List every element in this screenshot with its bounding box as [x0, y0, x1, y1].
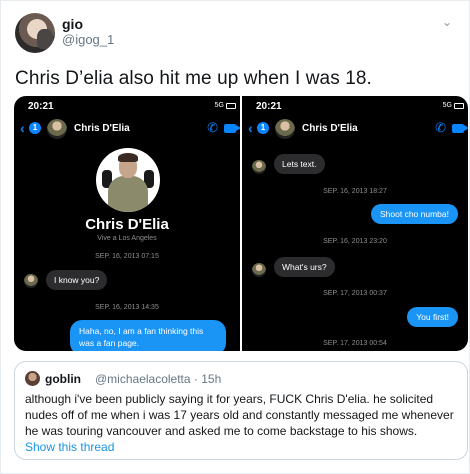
chat-header: ‹ 1 Chris D'Elia ✆	[14, 116, 240, 142]
message-timestamp: SEP. 16, 2013 23:20	[323, 238, 387, 245]
chat-avatar	[275, 119, 295, 139]
status-bar: 20:21 5G	[242, 101, 468, 115]
signal-label: 5G	[442, 102, 452, 109]
tweet-card: gio @igog_1 ⌄ Chris D’elia also hit me u…	[0, 0, 470, 474]
message-timestamp: SEP. 17, 2013 00:54	[323, 340, 387, 347]
quoted-handle: @michaelacoletta · 15h	[95, 372, 222, 386]
tweet-media[interactable]: 20:21 5G ‹ 1 Chris D'Elia ✆ Chris D'Elia	[14, 96, 468, 351]
author-name[interactable]: gio	[62, 16, 83, 32]
signal-label: 5G	[214, 102, 224, 109]
sender-avatar	[252, 160, 266, 174]
video-camera-icon	[224, 124, 240, 133]
unread-badge: 1	[29, 122, 41, 134]
message-bubble-out: Shoot cho numba!	[371, 204, 458, 224]
message-timestamp: SEP. 16, 2013 07:15	[95, 253, 159, 260]
quoted-tweet[interactable]: goblin @michaelacoletta · 15h although i…	[14, 361, 468, 460]
chat-header: ‹ 1 Chris D'Elia ✆	[242, 116, 468, 142]
status-time: 20:21	[28, 101, 54, 112]
status-bar: 20:21 5G	[14, 101, 240, 115]
message-timestamp: SEP. 16, 2013 18:27	[323, 188, 387, 195]
status-time: 20:21	[256, 101, 282, 112]
tweet-text: Chris D’elia also hit me up when I was 1…	[15, 68, 372, 89]
message-timestamp: SEP. 17, 2013 00:37	[323, 290, 387, 297]
author-handle[interactable]: @igog_1	[62, 32, 114, 47]
battery-icon	[454, 103, 464, 109]
profile-name: Chris D'Elia	[85, 216, 169, 233]
profile-picture	[96, 148, 160, 212]
author-avatar[interactable]	[15, 13, 55, 53]
battery-icon	[226, 103, 236, 109]
chat-name: Chris D'Elia	[74, 123, 130, 134]
phone-icon: ✆	[435, 120, 446, 135]
chevron-left-icon: ‹	[248, 120, 253, 136]
message-bubble-in: Lets text.	[274, 154, 325, 174]
message-bubble-out: Haha, no, I am a fan thinking this was a…	[70, 320, 226, 351]
profile-location: Vive a Los Angeles	[97, 235, 157, 242]
show-thread-link[interactable]: Show this thread	[25, 440, 114, 454]
unread-badge: 1	[257, 122, 269, 134]
screenshot-left[interactable]: 20:21 5G ‹ 1 Chris D'Elia ✆ Chris D'Elia	[14, 96, 240, 351]
chat-name: Chris D'Elia	[302, 123, 358, 134]
chat-avatar	[47, 119, 67, 139]
portrait-body	[108, 176, 148, 212]
video-camera-icon	[452, 124, 468, 133]
sender-avatar	[252, 263, 266, 277]
quoted-avatar	[25, 371, 40, 386]
message-bubble-in: What's urs?	[274, 257, 335, 277]
sender-avatar	[24, 274, 38, 288]
message-timestamp: SEP. 16, 2013 14:35	[95, 304, 159, 311]
message-bubble-in: I know you?	[46, 270, 108, 290]
message-bubble-out: You first!	[407, 307, 458, 327]
portrait-hair	[118, 153, 138, 162]
phone-icon: ✆	[207, 120, 218, 135]
quoted-name: goblin	[45, 372, 81, 386]
chevron-left-icon: ‹	[20, 120, 25, 136]
quoted-text: although i've been publicly saying it fo…	[25, 392, 454, 438]
screenshot-right[interactable]: 20:21 5G ‹ 1 Chris D'Elia ✆ Lets text. S…	[242, 96, 468, 351]
chevron-down-icon[interactable]: ⌄	[439, 15, 455, 31]
